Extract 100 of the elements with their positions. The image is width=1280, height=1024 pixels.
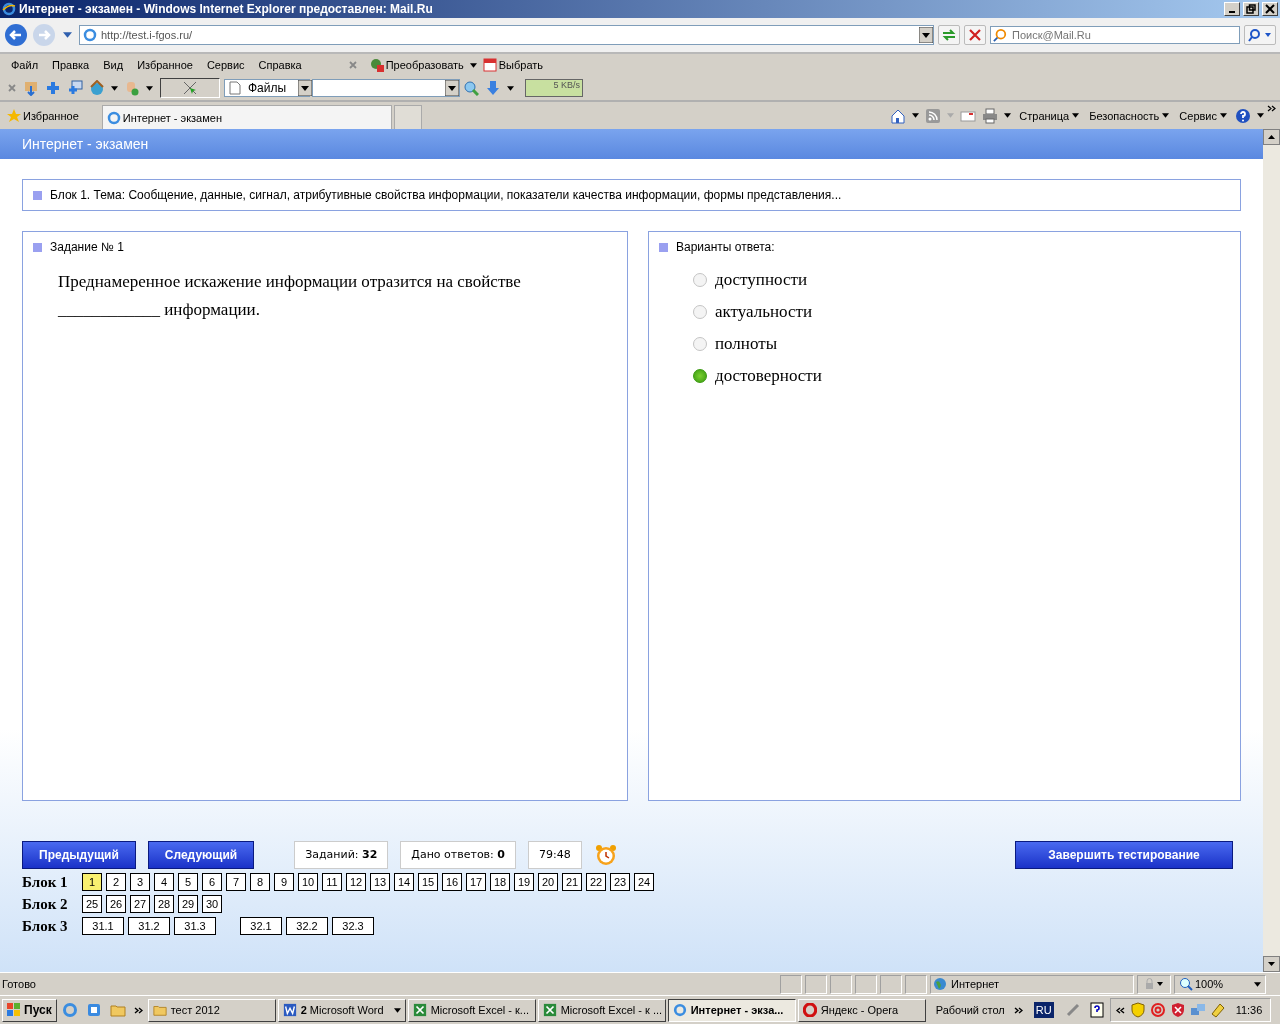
- start-button[interactable]: Пуск: [2, 998, 57, 1022]
- address-field[interactable]: http://test.i-fgos.ru/: [79, 25, 934, 45]
- restore-button[interactable]: [1243, 2, 1259, 16]
- question-number[interactable]: 18: [490, 873, 510, 891]
- question-number[interactable]: 22: [586, 873, 606, 891]
- question-number[interactable]: 5: [178, 873, 198, 891]
- question-number[interactable]: 32.3: [332, 917, 374, 935]
- answer-option[interactable]: достоверности: [715, 366, 822, 386]
- printer-icon[interactable]: [982, 107, 999, 124]
- dropdown-arrow-icon[interactable]: [919, 27, 933, 43]
- radio-button[interactable]: [693, 369, 707, 383]
- download-icon[interactable]: [23, 80, 39, 96]
- question-number[interactable]: 9: [274, 873, 294, 891]
- question-number[interactable]: 24: [634, 873, 654, 891]
- chevron-icon[interactable]: [1267, 105, 1276, 112]
- taskbar-button[interactable]: Microsoft Excel - к ...: [537, 998, 666, 1022]
- menu-item[interactable]: Файл: [4, 59, 46, 71]
- caret-icon[interactable]: [1257, 113, 1264, 118]
- menu-item[interactable]: Избранное: [130, 59, 200, 71]
- question-number[interactable]: 19: [514, 873, 534, 891]
- help-icon[interactable]: [1235, 107, 1251, 124]
- pen-icon[interactable]: [1064, 1002, 1081, 1018]
- previous-button[interactable]: Предыдущий: [22, 841, 136, 869]
- question-number[interactable]: 10: [298, 873, 318, 891]
- taskbar-button[interactable]: тест 2012: [147, 998, 276, 1022]
- question-number[interactable]: 29: [178, 895, 198, 913]
- search-button[interactable]: [1244, 25, 1276, 45]
- menu-item[interactable]: Справка: [251, 59, 309, 71]
- caret-icon[interactable]: [912, 113, 920, 118]
- command-menu[interactable]: Сервис: [1174, 109, 1232, 122]
- taskbar-button[interactable]: 2 Microsoft Word: [277, 998, 406, 1022]
- question-number[interactable]: 13: [370, 873, 390, 891]
- close-button[interactable]: [1262, 2, 1278, 16]
- question-number[interactable]: 1: [82, 873, 102, 891]
- convert-button[interactable]: Преобразовать: [366, 58, 467, 72]
- chevron-icon[interactable]: [1013, 1006, 1023, 1014]
- plus-icon[interactable]: [45, 80, 61, 96]
- question-number[interactable]: 4: [154, 873, 174, 891]
- answer-option[interactable]: доступности: [715, 270, 807, 290]
- question-number[interactable]: 20: [538, 873, 558, 891]
- question-number[interactable]: 2: [106, 873, 126, 891]
- question-number[interactable]: 26: [106, 895, 126, 913]
- home-globe-icon[interactable]: [89, 80, 105, 96]
- finish-button[interactable]: Завершить тестирование: [1015, 841, 1233, 869]
- question-number[interactable]: 11: [322, 873, 342, 891]
- question-number[interactable]: 3: [130, 873, 150, 891]
- question-number[interactable]: 8: [250, 873, 270, 891]
- files-dropdown[interactable]: Файлы: [224, 79, 310, 97]
- search-field[interactable]: Поиск@Mail.Ru: [990, 26, 1240, 44]
- question-number[interactable]: 30: [202, 895, 222, 913]
- question-number[interactable]: 23: [610, 873, 630, 891]
- question-number[interactable]: 7: [226, 873, 246, 891]
- radio-button[interactable]: [693, 273, 707, 287]
- language-indicator[interactable]: RU: [1033, 1002, 1054, 1018]
- caret-icon[interactable]: [1004, 113, 1012, 118]
- rss-icon[interactable]: [925, 107, 942, 124]
- question-number[interactable]: 16: [442, 873, 462, 891]
- question-number[interactable]: 15: [418, 873, 438, 891]
- menu-item[interactable]: Сервис: [199, 59, 252, 71]
- close-icon[interactable]: [8, 84, 16, 92]
- answer-option[interactable]: полноты: [715, 334, 778, 354]
- question-number[interactable]: 21: [562, 873, 582, 891]
- question-number[interactable]: 25: [82, 895, 102, 913]
- windows-plus-icon[interactable]: [67, 80, 83, 96]
- question-number[interactable]: 32.1: [240, 917, 282, 935]
- command-menu[interactable]: Страница: [1014, 109, 1085, 122]
- shield-icon[interactable]: [1169, 1002, 1186, 1018]
- taskbar-button[interactable]: Интернет - экза...: [667, 998, 796, 1022]
- help-icon[interactable]: [1088, 1002, 1105, 1018]
- minimize-button[interactable]: [1224, 2, 1240, 16]
- chevron-icon[interactable]: [133, 1006, 143, 1014]
- question-number[interactable]: 17: [466, 873, 486, 891]
- home-icon[interactable]: [890, 107, 907, 124]
- protected-mode-button[interactable]: [1137, 974, 1171, 994]
- caret-icon[interactable]: [146, 85, 153, 91]
- taskbar-button[interactable]: Яндекс - Opera: [797, 998, 926, 1022]
- radio-button[interactable]: [693, 305, 707, 319]
- cursor-button[interactable]: [160, 78, 220, 98]
- refresh-button[interactable]: [938, 25, 960, 45]
- back-button[interactable]: [4, 23, 28, 47]
- question-number[interactable]: 31.3: [174, 917, 216, 935]
- browser-tab[interactable]: Интернет - экзамен: [101, 105, 392, 129]
- favorites-button[interactable]: Избранное: [4, 108, 82, 123]
- select-button[interactable]: Выбрать: [479, 58, 547, 72]
- question-number[interactable]: 28: [154, 895, 174, 913]
- question-number[interactable]: 32.2: [286, 917, 328, 935]
- caret-icon[interactable]: [111, 85, 118, 91]
- question-number[interactable]: 14: [394, 873, 414, 891]
- menu-item[interactable]: Вид: [96, 59, 131, 71]
- stop-button[interactable]: [964, 25, 986, 45]
- scrollbar[interactable]: [1263, 129, 1280, 972]
- menu-item[interactable]: Правка: [45, 59, 97, 71]
- search-icon[interactable]: [463, 80, 479, 96]
- taskbar-button[interactable]: Microsoft Excel - к...: [407, 998, 536, 1022]
- question-number[interactable]: 31.2: [128, 917, 170, 935]
- document-icon[interactable]: [85, 1002, 102, 1018]
- caret-icon[interactable]: [507, 85, 514, 91]
- command-menu[interactable]: Безопасность: [1084, 109, 1175, 122]
- pencil-icon[interactable]: [1209, 1002, 1226, 1018]
- next-button[interactable]: Следующий: [147, 841, 255, 869]
